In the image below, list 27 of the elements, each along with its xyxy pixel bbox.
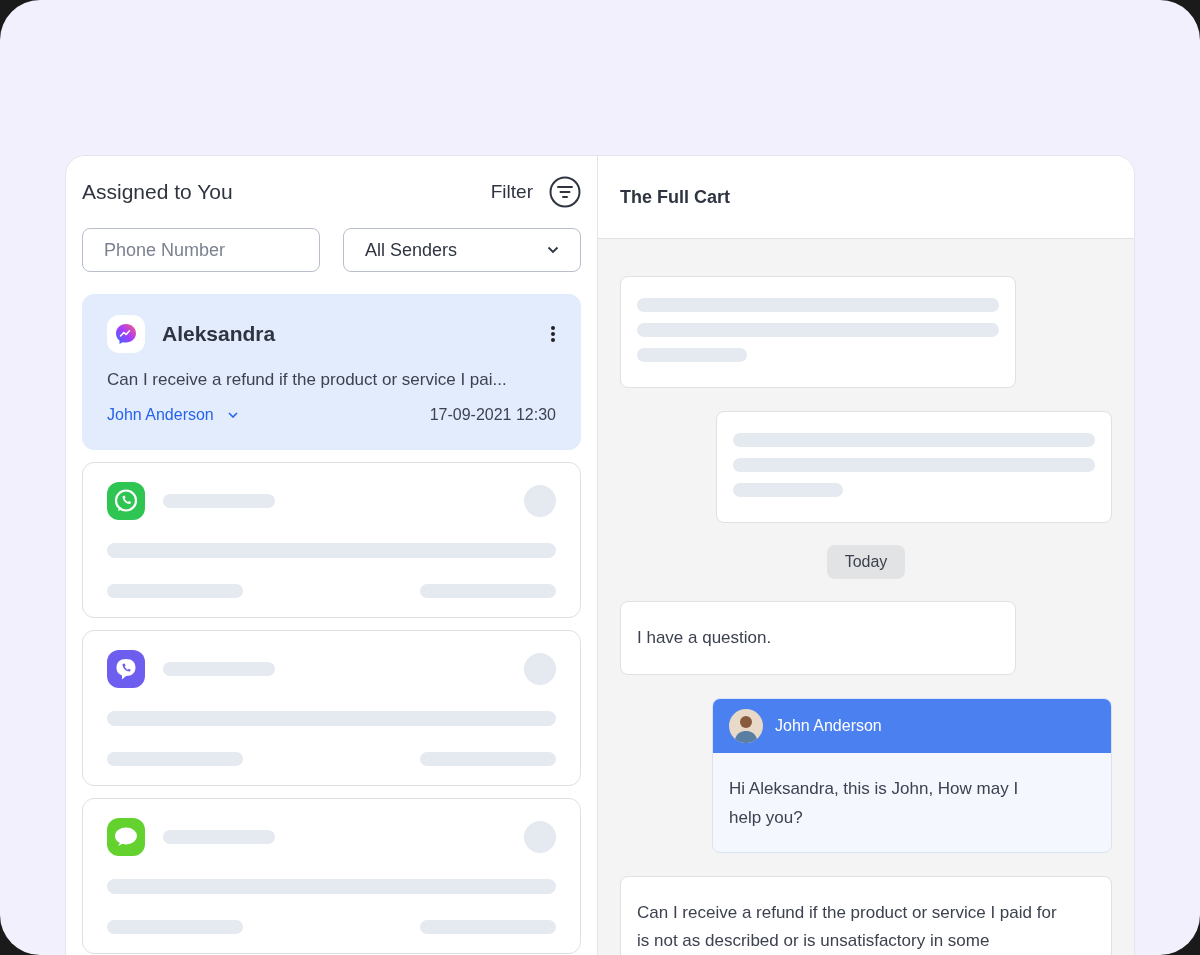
inbox-title: Assigned to You xyxy=(82,179,234,206)
conversation-card[interactable] xyxy=(82,629,581,786)
more-icon[interactable] xyxy=(550,325,556,343)
senders-dropdown[interactable]: All Senders xyxy=(343,228,581,272)
conversation-card[interactable] xyxy=(82,797,581,954)
chat-title: The Full Cart xyxy=(620,185,730,209)
conversation-card[interactable] xyxy=(82,461,581,618)
phone-chat-icon xyxy=(107,649,145,688)
chevron-down-icon xyxy=(227,411,238,418)
chevron-down-icon xyxy=(547,246,559,254)
agent-dropdown[interactable]: John Anderson xyxy=(107,402,238,427)
conversation-card[interactable]: Aleksandra Can I receive a refund if the product or service I pai... John Anderson 17-09-2021 12:30 xyxy=(82,294,581,450)
message-text: Hi Aleksandra, this is John, How may I help you? xyxy=(728,778,1020,829)
timestamp: 17-09-2021 12:30 xyxy=(429,404,556,425)
phone-number-field[interactable]: Phone Number xyxy=(82,228,320,272)
messenger-icon xyxy=(107,315,145,353)
contact-name: Aleksandra xyxy=(162,321,277,348)
incoming-message: I have a question. xyxy=(620,601,1016,675)
message-preview: Can I receive a refund if the product or service I pai... xyxy=(107,369,508,391)
sender-name: John Anderson xyxy=(775,716,882,736)
incoming-message: Can I receive a refund if the product or service I paid for is not as described or is unsatisfactory in some xyxy=(620,876,1112,955)
phone-chat-icon xyxy=(107,481,145,520)
avatar-icon xyxy=(729,709,763,743)
date-chip: Today xyxy=(826,545,906,579)
speech-bubble-icon xyxy=(107,817,145,856)
filter-button[interactable]: Filter xyxy=(490,176,581,208)
filter-icon xyxy=(549,176,581,208)
